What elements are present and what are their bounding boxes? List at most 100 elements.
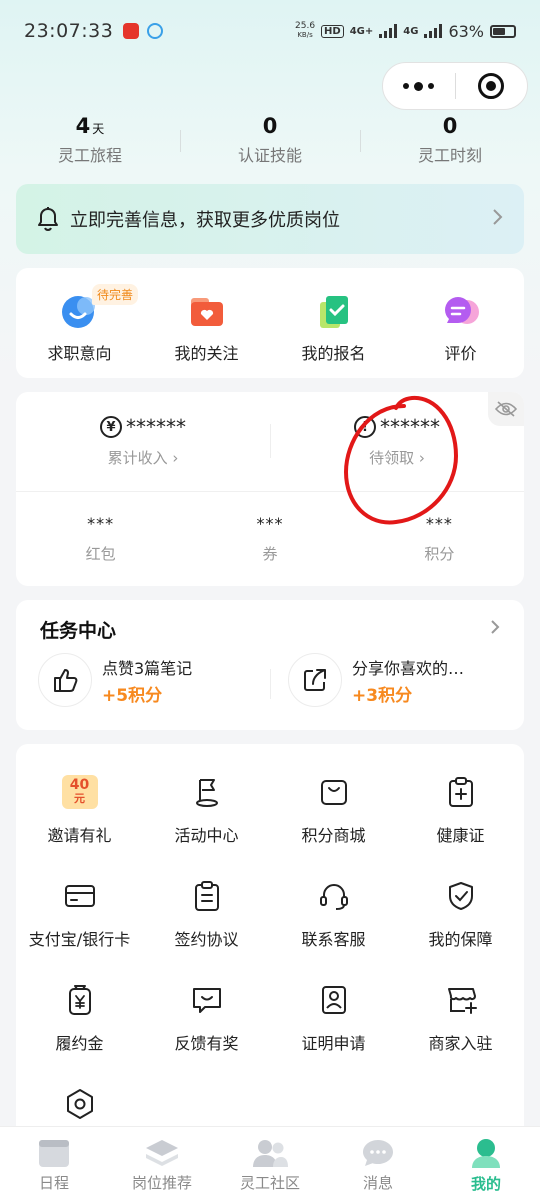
tab-mine[interactable]: 我的 <box>432 1127 540 1204</box>
bell-icon <box>38 207 58 232</box>
task-center-header[interactable]: 任务中心 <box>16 600 524 643</box>
tab-job-recommend[interactable]: 岗位推荐 <box>108 1127 216 1204</box>
task-divider <box>270 669 271 699</box>
grid-customer-service[interactable]: 联系客服 <box>270 878 397 982</box>
grid-feedback[interactable]: 反馈有奖 <box>143 982 270 1086</box>
quick-my-applications[interactable]: 我的报名 <box>270 294 397 378</box>
mini-value: *** <box>87 514 115 533</box>
grid-my-protection[interactable]: 我的保障 <box>397 878 524 982</box>
hd-badge: HD <box>321 24 344 38</box>
banner-text: 立即完善信息，获取更多优质岗位 <box>70 210 340 231</box>
tab-label: 日程 <box>38 1174 69 1192</box>
task-reward: +5积分 <box>102 685 163 706</box>
income-label-row: 累计收入 › <box>107 449 179 467</box>
badge-amount: 40 <box>69 777 90 793</box>
grid-label: 邀请有礼 <box>47 826 112 845</box>
quick-label: 我的报名 <box>301 344 366 363</box>
miniprogram-capsule <box>382 62 528 110</box>
grid-label: 积分商城 <box>301 826 366 845</box>
red-packets[interactable]: *** 红包 <box>16 492 185 586</box>
calendar-icon <box>39 1140 69 1167</box>
tab-messages[interactable]: 消息 <box>324 1127 432 1204</box>
eye-off-icon <box>495 401 517 417</box>
grid-activity-center[interactable]: 活动中心 <box>143 774 270 878</box>
task-like-notes[interactable]: 点赞3篇笔记 +5积分 <box>38 653 274 707</box>
grid-label: 反馈有奖 <box>174 1034 239 1053</box>
chevron-right-icon: › <box>167 449 179 467</box>
mini-label: 红包 <box>85 545 116 563</box>
grid-merchant-join[interactable]: 商家入驻 <box>397 982 524 1086</box>
pending-label-row: 待领取 › <box>369 449 425 467</box>
services-card: 40 元 邀请有礼 活动中心 积分商城 健康证 支付宝/银行卡 签约协议 联系客… <box>16 744 524 1144</box>
grid-points-mall[interactable]: 积分商城 <box>270 774 397 878</box>
bottom-tab-bar: 日程 岗位推荐 灵工社区 消息 我的 <box>0 1126 540 1204</box>
stat-value: 4天 <box>75 114 105 138</box>
task-share[interactable]: 分享你喜欢的… +3积分 <box>288 653 524 707</box>
stat-label: 灵工旅程 <box>57 146 122 165</box>
quick-my-follows[interactable]: 我的关注 <box>143 294 270 378</box>
stats-row: 4天 灵工旅程 0 认证技能 0 灵工时刻 <box>0 114 540 170</box>
battery-percent: 63% <box>448 21 484 41</box>
signal-2-label: 4G <box>403 25 419 37</box>
battery-fill <box>493 27 505 35</box>
yuan-bag-icon <box>62 982 98 1018</box>
task-center-title: 任务中心 <box>40 620 117 642</box>
grid-alipay-bank[interactable]: 支付宝/银行卡 <box>16 878 143 982</box>
total-income[interactable]: ¥ ****** 累计收入 › <box>16 392 270 491</box>
qq-icon <box>147 23 164 39</box>
stat-journey[interactable]: 4天 灵工旅程 <box>0 114 180 170</box>
quick-job-intention[interactable]: 待完善 求职意向 <box>16 284 143 378</box>
income-value: ****** <box>126 415 186 439</box>
net-speed: 25.6 KB/s <box>295 21 316 40</box>
grid-label: 签约协议 <box>174 930 239 949</box>
heart-folder-icon <box>187 294 227 328</box>
tab-label: 消息 <box>362 1174 393 1192</box>
pending-value-row: ! ****** <box>354 415 440 439</box>
signal-1-label: 4G+ <box>349 25 374 37</box>
grid-label: 活动中心 <box>174 826 239 845</box>
grid-label: 健康证 <box>436 826 485 845</box>
store-plus-icon <box>443 982 479 1018</box>
pending-value: ****** <box>380 415 440 439</box>
pending-income[interactable]: ! ****** 待领取 › <box>270 392 524 491</box>
share-icon <box>288 653 342 707</box>
grid-certificate-request[interactable]: 证明申请 <box>270 982 397 1086</box>
grid-contract[interactable]: 签约协议 <box>143 878 270 982</box>
gift-coupon-icon: 40 元 <box>61 774 98 810</box>
quick-label: 求职意向 <box>47 344 112 363</box>
quick-reviews[interactable]: 评价 <box>397 294 524 378</box>
grid-label: 我的保障 <box>428 930 493 949</box>
grid-health-cert[interactable]: 健康证 <box>397 774 524 878</box>
status-indicators: 25.6 KB/s HD 4G+ 4G 63% <box>295 22 516 41</box>
grid-invite-gift[interactable]: 40 元 邀请有礼 <box>16 774 143 878</box>
coupons[interactable]: *** 券 <box>185 492 354 586</box>
tab-schedule[interactable]: 日程 <box>0 1127 108 1204</box>
clock-coin-icon: ! <box>354 416 376 438</box>
grid-label: 联系客服 <box>301 930 366 949</box>
grid-performance-deposit[interactable]: 履约金 <box>16 982 143 1086</box>
tab-label: 岗位推荐 <box>131 1174 192 1192</box>
tab-community[interactable]: 灵工社区 <box>216 1127 324 1204</box>
shopping-bag-icon <box>316 774 352 810</box>
flag-icon <box>189 774 225 810</box>
task-name: 点赞3篇笔记 <box>102 658 193 678</box>
close-miniprogram-button[interactable] <box>456 63 528 109</box>
check-doc-icon <box>314 294 354 328</box>
yuan-coin-icon: ¥ <box>100 416 122 438</box>
card-icon <box>62 878 98 914</box>
contract-icon <box>189 878 225 914</box>
complete-info-banner[interactable]: 立即完善信息，获取更多优质岗位 <box>16 184 524 254</box>
points[interactable]: *** 积分 <box>355 492 524 586</box>
headset-icon <box>316 878 352 914</box>
battery-icon <box>490 24 516 38</box>
earnings-top: ¥ ****** 累计收入 › ! ****** 待领取 › <box>16 392 524 492</box>
hide-amount-button[interactable] <box>488 392 524 426</box>
stat-moments[interactable]: 0 灵工时刻 <box>360 114 540 170</box>
grid-label: 支付宝/银行卡 <box>28 930 131 949</box>
netease-music-icon <box>123 23 140 39</box>
status-app-icons <box>123 23 164 39</box>
message-icon <box>363 1140 393 1166</box>
stat-skills[interactable]: 0 认证技能 <box>180 114 360 170</box>
more-button[interactable] <box>383 63 455 109</box>
task-text: 分享你喜欢的… +3积分 <box>352 655 464 706</box>
